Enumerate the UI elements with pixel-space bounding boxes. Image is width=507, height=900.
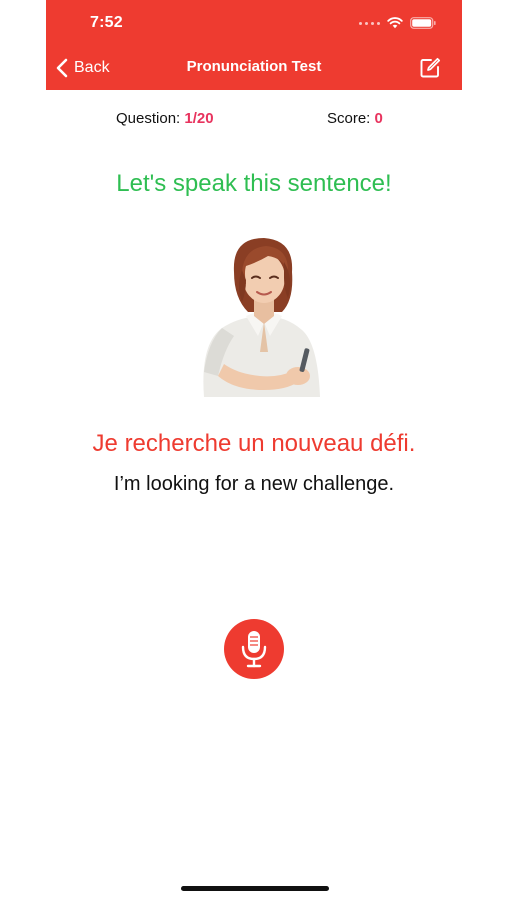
- score-counter: Score: 0: [327, 110, 383, 127]
- tutor-avatar: [203, 238, 320, 397]
- score-label: Score:: [327, 110, 371, 127]
- edit-icon: [420, 57, 441, 78]
- question-counter: Question: 1/20: [116, 110, 214, 127]
- translation-text: I’m looking for a new challenge.: [113, 473, 395, 495]
- score-value: 0: [374, 110, 383, 127]
- home-indicator[interactable]: [181, 886, 329, 891]
- signal-dots-icon: [359, 21, 380, 25]
- edit-button[interactable]: [418, 56, 442, 80]
- status-time: 7:52: [90, 14, 123, 31]
- wifi-icon: [387, 17, 403, 29]
- question-value: 1/20: [184, 110, 214, 127]
- battery-icon: [410, 17, 436, 29]
- microphone-icon: [241, 631, 267, 668]
- navigation-bar: Back Pronunciation Test: [46, 48, 462, 88]
- progress-stats: Question: 1/20 Score: 0: [46, 110, 462, 132]
- app-screen: 7:52 Back Pronunciation Test Question: 1…: [46, 0, 462, 900]
- header-bar: 7:52 Back Pronunciation Test: [46, 0, 462, 90]
- microphone-button[interactable]: [224, 619, 284, 679]
- question-label: Question:: [116, 110, 181, 127]
- screen-frame: 7:52 Back Pronunciation Test Question: 1…: [0, 0, 507, 900]
- page-title: Pronunciation Test: [186, 58, 322, 75]
- instruction-text: Let's speak this sentence!: [116, 170, 392, 197]
- status-icons: [359, 15, 436, 31]
- target-sentence: Je recherche un nouveau défi.: [92, 430, 416, 457]
